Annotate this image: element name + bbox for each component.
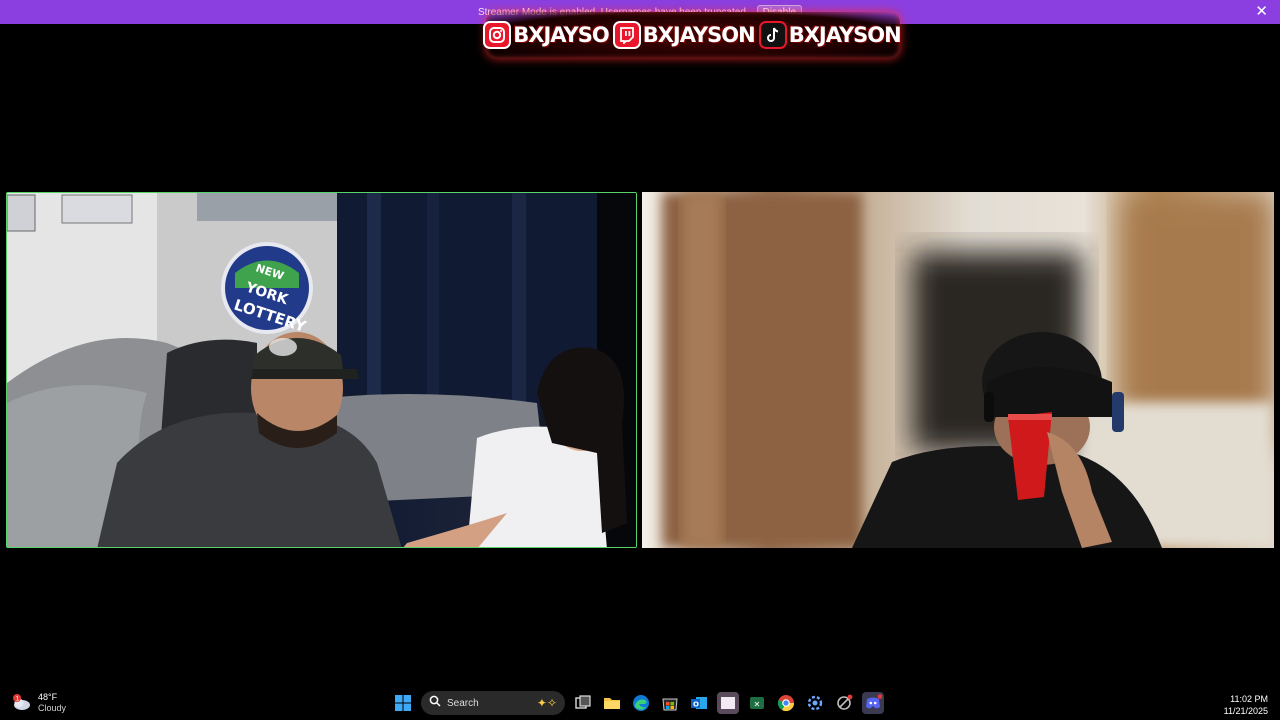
search-label: Search — [447, 697, 479, 709]
clock-time: 11:02 PM — [1230, 694, 1268, 704]
weather-condition: Cloudy — [38, 703, 67, 713]
taskbar: 1 48°F Cloudy Search ✦✧ O ✕ 11:02 PM 11/… — [0, 688, 1280, 720]
system-clock[interactable]: 11:02 PM 11/21/2025 — [1224, 693, 1268, 717]
search-icon — [429, 694, 441, 712]
chrome-icon[interactable] — [775, 692, 797, 714]
instagram-icon — [483, 21, 512, 49]
video-tile-right[interactable] — [642, 192, 1274, 548]
gear-icon[interactable] — [804, 692, 826, 714]
taskbar-apps: Search ✦✧ O ✕ — [392, 691, 884, 715]
weather-widget[interactable]: 1 48°F Cloudy — [10, 692, 66, 714]
folder-icon[interactable] — [601, 692, 623, 714]
edge-icon[interactable] — [630, 692, 652, 714]
social-item-twitch: BXJAYSON — [612, 21, 757, 49]
window-icon[interactable] — [717, 692, 739, 714]
search-bar[interactable]: Search ✦✧ — [421, 691, 565, 715]
tiktok-icon — [758, 21, 787, 49]
social-item-tiktok: BXJAYSON — [758, 21, 903, 49]
instagram-handle: BXJAYSO — [513, 23, 609, 47]
video-feed-left: NEW YORK LOTTERY — [7, 193, 636, 547]
tools-icon[interactable] — [833, 692, 855, 714]
cloud-icon: 1 — [10, 692, 32, 714]
twitch-icon — [612, 21, 641, 49]
excel-icon[interactable]: ✕ — [746, 692, 768, 714]
svg-text:✕: ✕ — [754, 700, 761, 709]
task-view-icon[interactable] — [572, 692, 594, 714]
windows-icon[interactable] — [392, 692, 414, 714]
outlook-icon[interactable]: O — [688, 692, 710, 714]
video-tile-left[interactable]: NEW YORK LOTTERY — [6, 192, 637, 548]
store-icon[interactable] — [659, 692, 681, 714]
weather-temperature: 48°F — [38, 692, 58, 702]
twitch-handle: BXJAYSON — [642, 23, 756, 47]
tiktok-handle: BXJAYSON — [788, 23, 902, 47]
social-item-instagram: BXJAYSO — [483, 21, 610, 49]
video-feed-right — [662, 192, 1274, 548]
close-icon[interactable]: ✕ — [1255, 4, 1268, 20]
social-handles-overlay: BXJAYSO BXJAYSON BXJAYSON — [483, 12, 903, 58]
discord-icon[interactable] — [862, 692, 884, 714]
svg-text:1: 1 — [16, 696, 20, 703]
sparkle-icon: ✦✧ — [536, 696, 557, 710]
clock-date: 11/21/2025 — [1223, 706, 1268, 716]
svg-text:O: O — [693, 701, 699, 709]
